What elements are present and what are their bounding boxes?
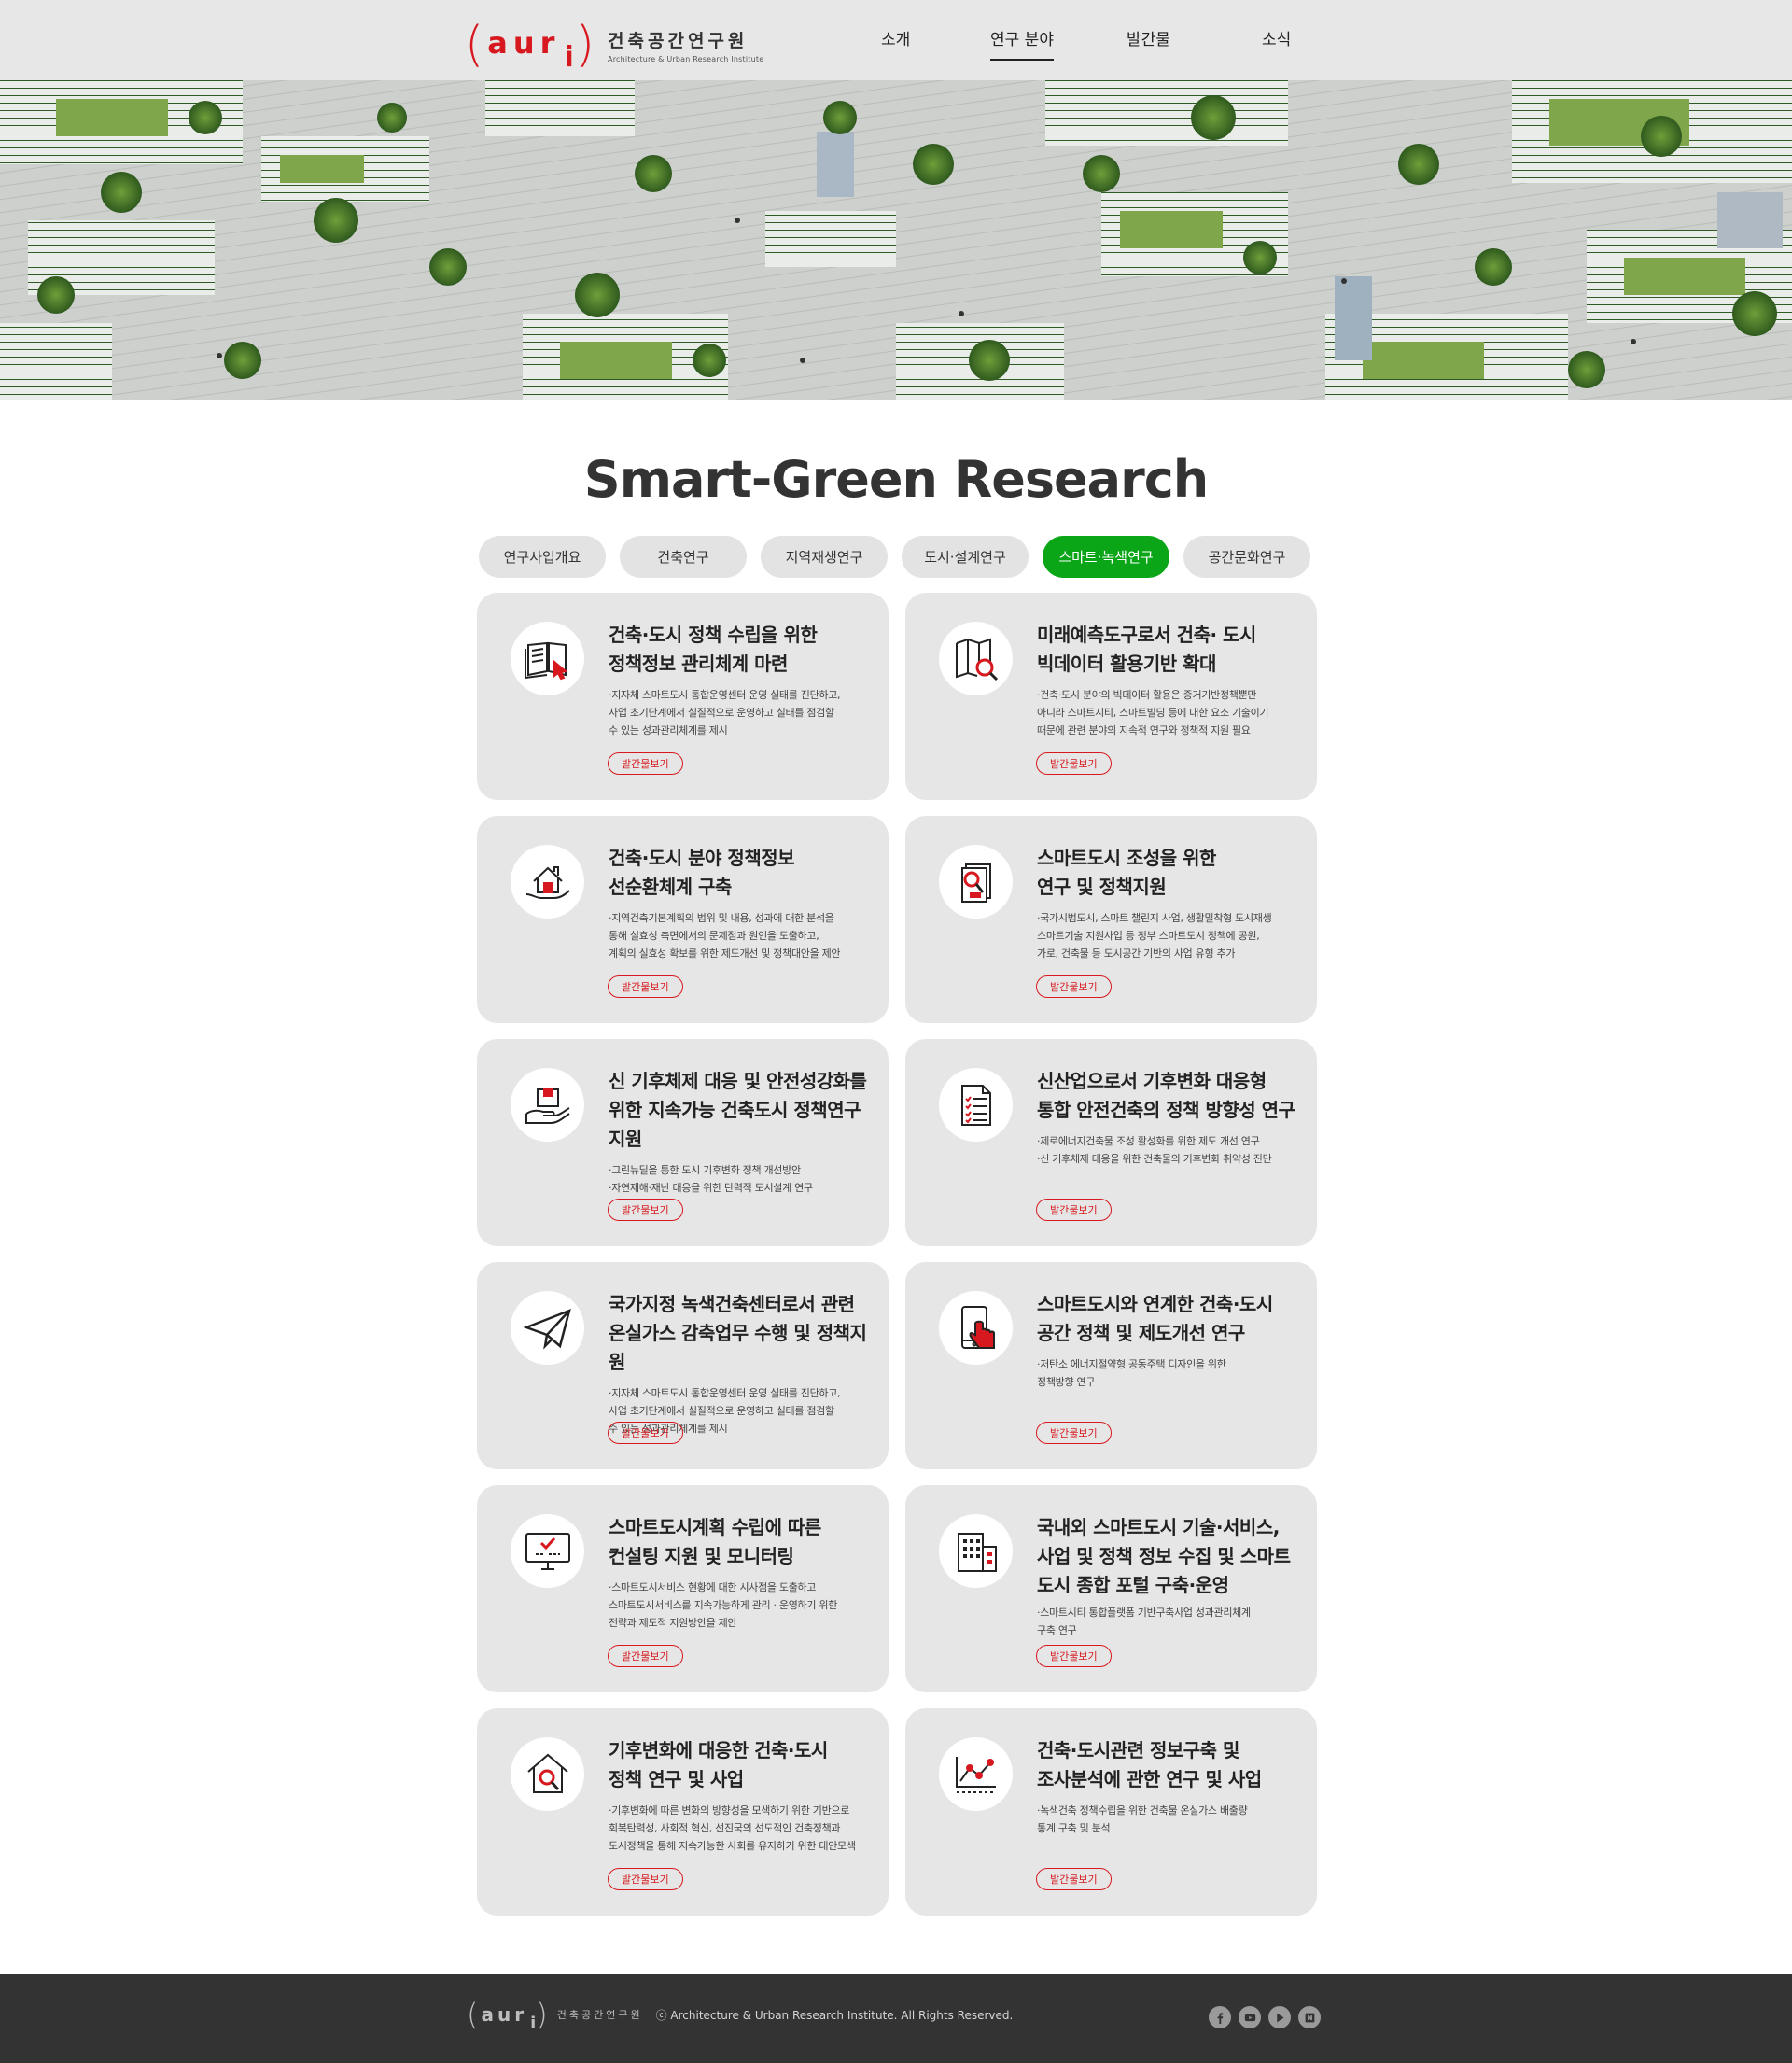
checklist-icon — [939, 1068, 1013, 1142]
nav-item-intro[interactable]: 소개 — [881, 26, 910, 49]
site-logo[interactable]: (aur i) 건축공간연구원 Architecture & Urban Rese… — [465, 17, 764, 74]
paper-plane-icon — [511, 1291, 584, 1365]
view-publications-button[interactable]: 발간물보기 — [608, 752, 683, 775]
tab-architecture-research[interactable]: 건축연구 — [620, 536, 747, 578]
research-card-grid: 건축·도시 정책 수립을 위한 정책정보 관리체계 마련 ·지자체 스마트도시 … — [477, 593, 1319, 1916]
logo-korean-name: 건축공간연구원 — [608, 30, 749, 51]
card-title: 신 기후체제 대응 및 안전성강화를 위한 지속가능 건축도시 정책연구지원 — [609, 1070, 867, 1150]
box-hand-icon — [511, 1068, 584, 1142]
tab-smart-green[interactable]: 스마트·녹색연구 — [1043, 536, 1169, 578]
naver-icon[interactable] — [1298, 2006, 1321, 2028]
research-card: 건축·도시 정책 수립을 위한 정책정보 관리체계 마련 ·지자체 스마트도시 … — [477, 593, 889, 800]
card-title: 미래예측도구로서 건축· 도시 빅데이터 활용기반 확대 — [1037, 624, 1256, 675]
site-header: (aur i) 건축공간연구원 Architecture & Urban Rese… — [0, 0, 1792, 80]
card-description: ·스마트도시서비스 현황에 대한 시사점을 도출하고 스마트도시서비스를 지속가… — [609, 1581, 838, 1629]
view-publications-button[interactable]: 발간물보기 — [608, 1422, 683, 1444]
card-description: ·건축·도시 분야의 빅데이터 활용은 증거기반정책뿐만 아니라 스마트시티, … — [1037, 689, 1269, 737]
tab-urban-design[interactable]: 도시·설계연구 — [902, 536, 1029, 578]
view-publications-button[interactable]: 발간물보기 — [1036, 975, 1112, 998]
research-card: 신 기후체제 대응 및 안전성강화를 위한 지속가능 건축도시 정책연구지원 ·… — [477, 1039, 889, 1246]
nav-item-research[interactable]: 연구 분야 — [990, 26, 1054, 61]
logo-mark: (aur i) — [465, 17, 595, 74]
social-links — [1209, 2006, 1321, 2028]
research-card: 건축·도시관련 정보구축 및 조사분석에 관한 연구 및 사업 ·녹색건축 정책… — [905, 1708, 1317, 1916]
tab-spatial-culture[interactable]: 공간문화연구 — [1183, 536, 1310, 578]
view-publications-button[interactable]: 발간물보기 — [1036, 1645, 1112, 1667]
monitor-check-icon — [511, 1514, 584, 1588]
map-search-icon — [939, 622, 1013, 695]
building-icon — [939, 1514, 1013, 1588]
view-publications-button[interactable]: 발간물보기 — [1036, 1868, 1112, 1890]
card-title: 국가지정 녹색건축센터로서 관련 온실가스 감축업무 수행 및 정책지원 — [609, 1293, 867, 1373]
smartphone-touch-icon — [939, 1291, 1013, 1365]
card-title: 건축·도시 분야 정책정보 선순환체계 구축 — [609, 847, 795, 898]
card-description: ·제로에너지건축물 조성 활성화를 위한 제도 개선 연구 ·신 기후체제 대응… — [1037, 1135, 1272, 1165]
view-publications-button[interactable]: 발간물보기 — [1036, 1422, 1112, 1444]
footer-korean-name: 건축공간연구원 — [556, 2009, 643, 2021]
card-title: 스마트도시계획 수립에 따른 컨설팅 지원 및 모니터링 — [609, 1516, 821, 1567]
view-publications-button[interactable]: 발간물보기 — [608, 1645, 683, 1667]
logo-english-name: Architecture & Urban Research Institute — [608, 54, 764, 63]
line-chart-icon — [939, 1737, 1013, 1811]
card-title: 스마트도시와 연계한 건축·도시 공간 정책 및 제도개선 연구 — [1037, 1293, 1273, 1344]
card-description: ·그린뉴딜을 통한 도시 기후변화 정책 개선방안 ·자연재해·재난 대응을 위… — [609, 1164, 813, 1194]
book-cursor-icon — [511, 622, 584, 695]
nav-item-publications[interactable]: 발간물 — [1127, 26, 1170, 49]
research-card: 국가지정 녹색건축센터로서 관련 온실가스 감축업무 수행 및 정책지원 ·지자… — [477, 1262, 889, 1469]
card-title: 국내외 스마트도시 기술·서비스, 사업 및 정책 정보 수집 및 스마트 도시… — [1037, 1516, 1291, 1596]
card-description: ·녹색건축 정책수립을 위한 건축물 온실가스 배출량 통계 구축 및 분석 — [1037, 1804, 1248, 1834]
house-hand-icon — [511, 845, 584, 919]
card-title: 신산업으로서 기후변화 대응형 통합 안전건축의 정책 방향성 연구 — [1037, 1070, 1295, 1121]
research-card: 미래예측도구로서 건축· 도시 빅데이터 활용기반 확대 ·건축·도시 분야의 … — [905, 593, 1317, 800]
hero-aerial-image — [0, 80, 1792, 400]
research-card: 기후변화에 대응한 건축·도시 정책 연구 및 사업 ·기후변화에 따른 변화의… — [477, 1708, 889, 1916]
card-title: 스마트도시 조성을 위한 연구 및 정책지원 — [1037, 847, 1216, 898]
research-card: 국내외 스마트도시 기술·서비스, 사업 및 정책 정보 수집 및 스마트 도시… — [905, 1485, 1317, 1692]
view-publications-button[interactable]: 발간물보기 — [608, 975, 683, 998]
view-publications-button[interactable]: 발간물보기 — [608, 1199, 683, 1221]
card-description: ·기후변화에 따른 변화의 방향성을 모색하기 위한 기반으로 회복탄력성, 사… — [609, 1804, 856, 1852]
tab-regional-regeneration[interactable]: 지역재생연구 — [761, 536, 888, 578]
page-title: Smart-Green Research — [583, 450, 1209, 509]
research-tabs: 연구사업개요 건축연구 지역재생연구 도시·설계연구 스마트·녹색연구 공간문화… — [479, 536, 1310, 578]
card-title: 건축·도시관련 정보구축 및 조사분석에 관한 연구 및 사업 — [1037, 1739, 1262, 1790]
research-card: 스마트도시 조성을 위한 연구 및 정책지원 ·국가시범도시, 스마트 챌린지 … — [905, 816, 1317, 1023]
research-card: 스마트도시계획 수립에 따른 컨설팅 지원 및 모니터링 ·스마트도시서비스 현… — [477, 1485, 889, 1692]
nav-item-news[interactable]: 소식 — [1262, 26, 1291, 49]
research-card: 건축·도시 분야 정책정보 선순환체계 구축 ·지역건축기본계획의 범위 및 내… — [477, 816, 889, 1023]
card-title: 기후변화에 대응한 건축·도시 정책 연구 및 사업 — [609, 1739, 828, 1790]
view-publications-button[interactable]: 발간물보기 — [1036, 1199, 1112, 1221]
research-card: 신산업으로서 기후변화 대응형 통합 안전건축의 정책 방향성 연구 ·제로에너… — [905, 1039, 1317, 1246]
card-description: ·국가시범도시, 스마트 챌린지 사업, 생활밀착형 도시재생 스마트기술 지원… — [1037, 912, 1272, 960]
document-search-icon — [939, 845, 1013, 919]
card-description: ·지자체 스마트도시 통합운영센터 운영 실태를 진단하고, 사업 초기단계에서… — [609, 689, 841, 737]
tab-research-overview[interactable]: 연구사업개요 — [479, 536, 606, 578]
card-description: ·스마트시티 통합플랫폼 기반구축사업 성과관리체계 구축 연구 — [1037, 1607, 1251, 1636]
youtube-icon[interactable] — [1239, 2006, 1261, 2028]
footer-logo: (aur i) 건축공간연구원 ⓒ Architecture & Urban Re… — [467, 1997, 1014, 2033]
site-footer: (aur i) 건축공간연구원 ⓒ Architecture & Urban Re… — [0, 1974, 1792, 2063]
card-description: ·저탄소 에너지절약형 공동주택 디자인을 위한 정책방향 연구 — [1037, 1358, 1226, 1388]
card-title: 건축·도시 정책 수립을 위한 정책정보 관리체계 마련 — [609, 624, 818, 675]
card-description: ·지역건축기본계획의 범위 및 내용, 성과에 대한 분석을 통해 실효성 측면… — [609, 912, 841, 960]
view-publications-button[interactable]: 발간물보기 — [1036, 752, 1112, 775]
house-search-icon — [511, 1737, 584, 1811]
facebook-icon[interactable] — [1209, 2006, 1231, 2028]
copyright-text: ⓒ Architecture & Urban Research Institut… — [655, 2008, 1014, 2022]
view-publications-button[interactable]: 발간물보기 — [608, 1868, 683, 1890]
research-card: 스마트도시와 연계한 건축·도시 공간 정책 및 제도개선 연구 ·저탄소 에너… — [905, 1262, 1317, 1469]
play-icon[interactable] — [1268, 2006, 1291, 2028]
